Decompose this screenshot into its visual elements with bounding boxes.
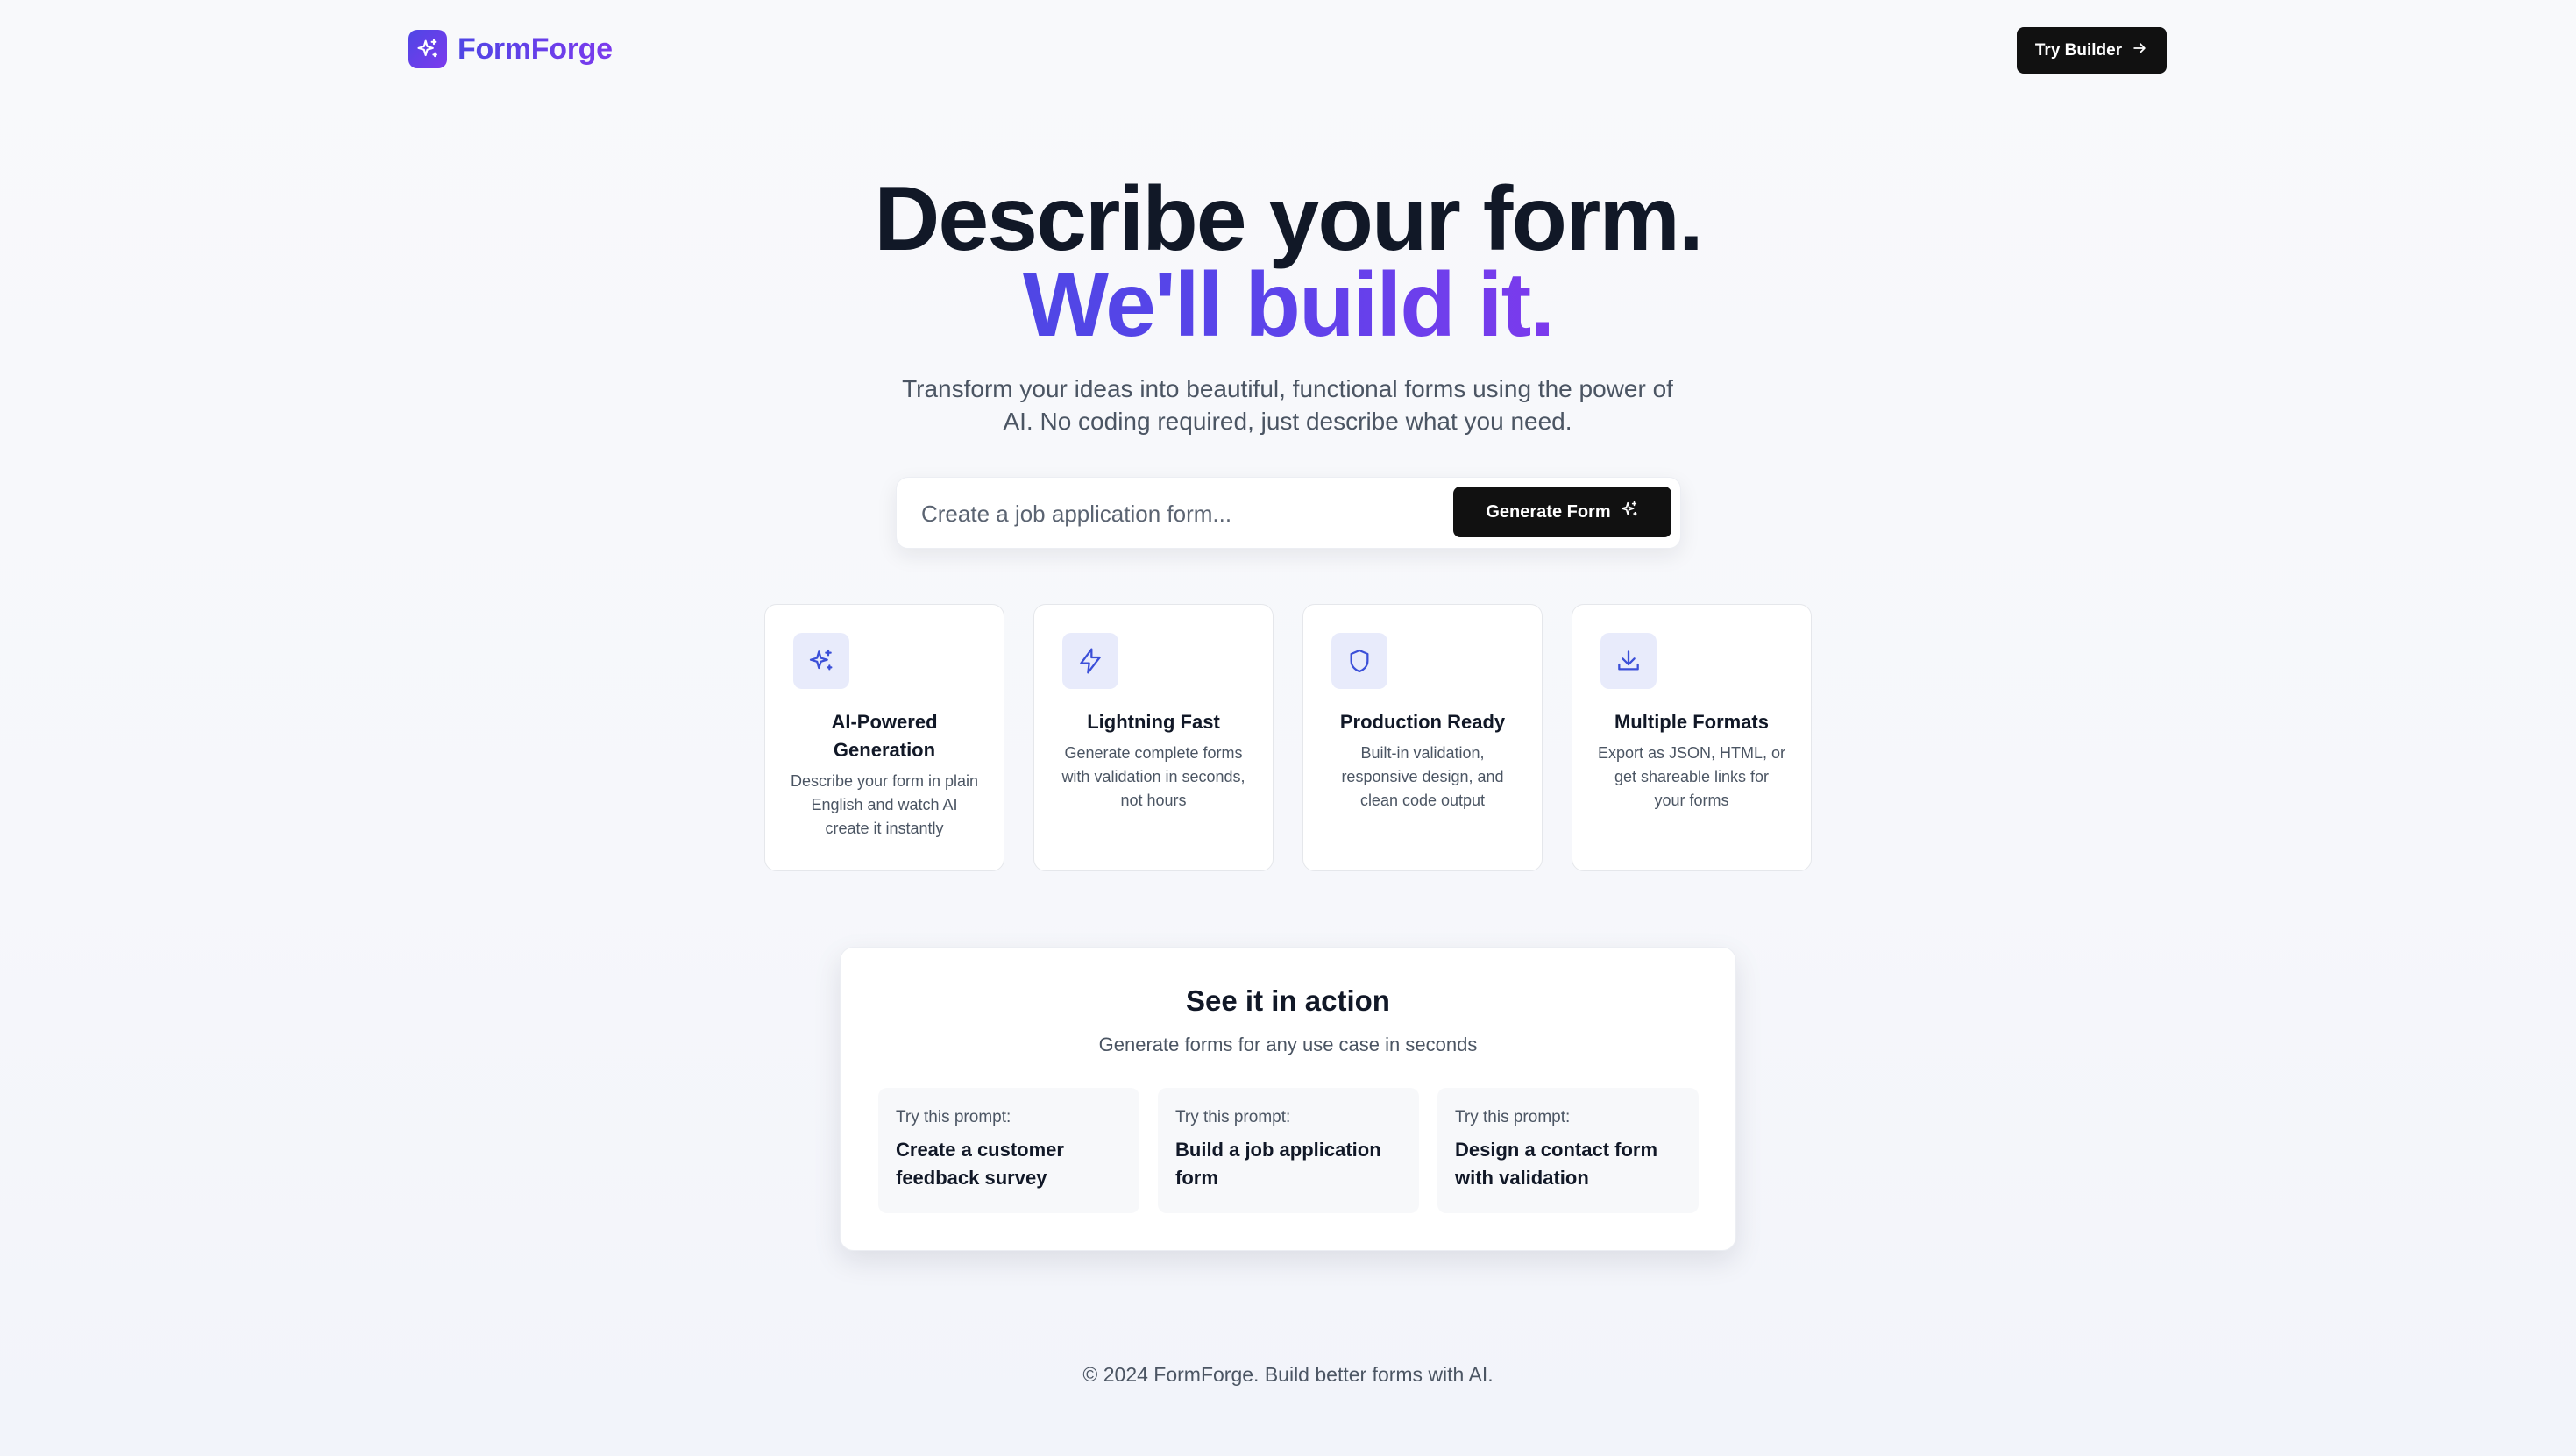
download-icon	[1600, 633, 1657, 689]
try-builder-label: Try Builder	[2034, 40, 2123, 60]
feature-description: Generate complete forms with validation …	[1061, 744, 1245, 809]
brand-logo[interactable]: FormForge	[408, 29, 613, 69]
example-prompt-label: Try this prompt:	[1455, 1108, 1571, 1126]
sparkles-icon	[793, 633, 849, 689]
feature-title: AI-Powered Generation	[831, 711, 938, 761]
feature-list: AI-Powered Generation Describe your form…	[764, 604, 1812, 871]
example-prompt-text: Create a customer feedback survey	[896, 1139, 1064, 1189]
prompt-bar: Generate Form	[896, 477, 1681, 549]
feature-description: Export as JSON, HTML, or get shareable l…	[1597, 744, 1786, 809]
feature-description: Built-in validation, responsive design, …	[1341, 744, 1504, 809]
example-prompt-card[interactable]: Try this prompt: Create a customer feedb…	[878, 1088, 1139, 1213]
feature-card: Production Ready Built-in validation, re…	[1302, 604, 1543, 871]
footer-copyright: © 2024 FormForge. Build better forms wit…	[1082, 1363, 1494, 1386]
example-prompt-label: Try this prompt:	[1175, 1108, 1291, 1126]
brand-name: FormForge	[458, 32, 613, 66]
feature-card: AI-Powered Generation Describe your form…	[764, 604, 1004, 871]
feature-description: Describe your form in plain English and …	[790, 772, 979, 837]
demo-panel: See it in action Generate forms for any …	[840, 947, 1736, 1251]
try-builder-button[interactable]: Try Builder	[2017, 27, 2167, 74]
sparkles-icon	[408, 30, 447, 68]
demo-title: See it in action	[1186, 984, 1390, 1017]
feature-title: Multiple Formats	[1614, 711, 1769, 733]
example-prompt-label: Try this prompt:	[896, 1108, 1011, 1126]
example-prompt-card[interactable]: Try this prompt: Design a contact form w…	[1437, 1088, 1699, 1213]
generate-form-label: Generate Form	[1486, 501, 1611, 522]
hero-headline-accent: We'll build it.	[0, 252, 2576, 358]
feature-card: Lightning Fast Generate complete forms w…	[1033, 604, 1274, 871]
hero-headline-accent-text: We'll build it.	[1022, 254, 1555, 356]
example-prompt-text: Build a job application form	[1175, 1139, 1381, 1189]
arrow-right-icon	[2131, 39, 2148, 62]
feature-card: Multiple Formats Export as JSON, HTML, o…	[1572, 604, 1812, 871]
example-prompt-text: Design a contact form with validation	[1455, 1139, 1658, 1189]
demo-subtitle: Generate forms for any use case in secon…	[1098, 1033, 1478, 1055]
sparkles-icon	[1620, 500, 1639, 524]
generate-form-button[interactable]: Generate Form	[1453, 487, 1671, 537]
shield-icon	[1331, 633, 1387, 689]
feature-title: Production Ready	[1339, 711, 1506, 733]
feature-title: Lightning Fast	[1087, 711, 1220, 733]
prompt-input[interactable]	[919, 490, 1431, 537]
hero-subtitle: Transform your ideas into beautiful, fun…	[902, 375, 1673, 435]
example-prompt-list: Try this prompt: Create a customer feedb…	[878, 1088, 1699, 1213]
lightning-icon	[1062, 633, 1118, 689]
example-prompt-card[interactable]: Try this prompt: Build a job application…	[1158, 1088, 1419, 1213]
